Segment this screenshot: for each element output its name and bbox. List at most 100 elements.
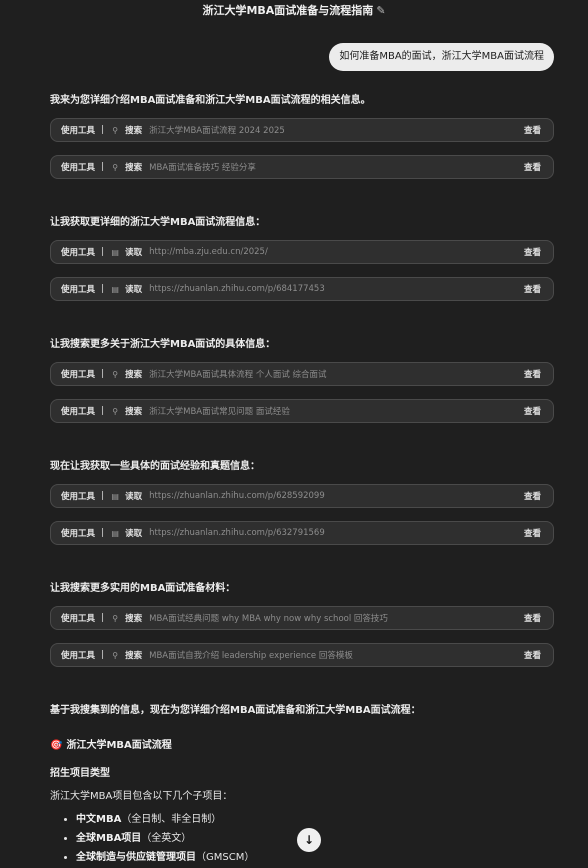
assistant-text: 让我搜索更多关于浙江大学MBA面试的具体信息： [50,339,276,350]
tool-separator: | [101,406,105,416]
tool-call-row[interactable]: 使用工具 | ▤ 读取 https://zhuanlan.zhihu.com/p/632… [50,521,554,545]
list-item-rest: （全英文） [141,833,192,844]
tool-call-row[interactable]: 使用工具 | ▤ 读取 http://mba.zju.edu.cn/2025/查看 [50,240,554,264]
tool-call-row[interactable]: 使用工具 | ⚲ 搜索 浙江大学MBA面试流程 2024 2025 查看 [50,118,554,142]
document-icon: ▤ [111,284,119,294]
assistant-text: 我来为您详细介绍MBA面试准备和浙江大学MBA面试流程的相关信息。 [50,95,371,106]
target-icon: 🎯 [50,740,63,751]
tool-separator: | [101,650,105,660]
view-button[interactable]: 查看 [524,124,541,136]
tool-label: 使用工具 [61,248,96,258]
assistant-text: 让我获取更详细的浙江大学MBA面试流程信息： [50,217,266,228]
scroll-down-button[interactable]: ↓ [297,828,321,852]
tool-query: 浙江大学MBA面试常见问题 面试经验 [149,407,290,417]
tool-label: 使用工具 [61,126,96,136]
tool-separator: | [101,528,105,538]
tool-action: 搜索 [125,370,143,380]
tool-query: https://zhuanlan.zhihu.com/p/684177453 [149,284,325,294]
tool-call-row[interactable]: 使用工具 | ⚲ 搜索 浙江大学MBA面试具体流程 个人面试 综合面试 查看 [50,362,554,386]
assistant-text: 现在让我获取一些具体的面试经验和真题信息： [50,461,260,472]
tool-action: 搜索 [125,163,143,173]
tool-call-row[interactable]: 使用工具 | ⚲ 搜索 MBA面试准备技巧 经验分享 查看 [50,155,554,179]
view-button[interactable]: 查看 [524,649,541,661]
tool-action: 搜索 [125,126,143,136]
tool-call-row[interactable]: 使用工具 | ⚲ 搜索 浙江大学MBA面试常见问题 面试经验 查看 [50,399,554,423]
document-icon: ▤ [111,528,119,538]
tool-separator: | [101,491,105,501]
tool-label: 使用工具 [61,492,96,502]
document-icon: ▤ [111,491,119,501]
user-message: 如何准备MBA的面试，浙江大学MBA面试流程 [329,43,554,71]
search-icon: ⚲ [112,406,119,416]
list-item-bold: 全球MBA项目 [76,833,142,844]
tool-separator: | [101,125,105,135]
view-button[interactable]: 查看 [524,490,541,502]
list-item: 全球制造与供应链管理项目（GMSCM） [76,848,554,867]
tool-action: 读取 [125,529,143,539]
tool-separator: | [101,369,105,379]
paragraph: 浙江大学MBA项目包含以下几个子项目： [50,791,233,802]
tool-query: https://zhuanlan.zhihu.com/p/632791569 [149,528,325,538]
search-icon: ⚲ [112,650,119,660]
tool-call-row[interactable]: 使用工具 | ⚲ 搜索 MBA面试自我介绍 leadership experience … [50,643,554,667]
view-button[interactable]: 查看 [524,405,541,417]
tool-separator: | [101,247,105,257]
tool-label: 使用工具 [61,614,96,624]
list-item-bold: 中文MBA [76,814,122,825]
tool-action: 搜索 [125,407,143,417]
view-button[interactable]: 查看 [524,368,541,380]
view-button[interactable]: 查看 [524,246,541,258]
section-heading-text: 浙江大学MBA面试流程 [66,740,172,751]
tool-separator: | [101,284,105,294]
tool-label: 使用工具 [61,529,96,539]
tool-separator: | [101,162,105,172]
tool-call-row[interactable]: 使用工具 | ▤ 读取 https://zhuanlan.zhihu.com/p/684… [50,277,554,301]
tool-query: https://zhuanlan.zhihu.com/p/628592099 [149,491,325,501]
tool-label: 使用工具 [61,651,96,661]
tool-query: MBA面试经典问题 why MBA why now why school 回答技… [149,614,388,624]
search-icon: ⚲ [112,613,119,623]
assistant-response: 我来为您详细介绍MBA面试准备和浙江大学MBA面试流程的相关信息。使用工具 | ⚲ 搜… [50,94,554,867]
search-icon: ⚲ [112,162,119,172]
list-item-rest: （GMSCM） [196,852,255,863]
tool-label: 使用工具 [61,370,96,380]
tool-query: MBA面试自我介绍 leadership experience 回答模板 [149,651,353,661]
edit-icon[interactable]: ✎ [376,4,385,17]
view-button[interactable]: 查看 [524,612,541,624]
tool-call-row[interactable]: 使用工具 | ▤ 读取 https://zhuanlan.zhihu.com/p/628… [50,484,554,508]
list-item-rest: （全日制、非全日制） [121,814,222,825]
tool-action: 搜索 [125,651,143,661]
conversation-title-text: 浙江大学MBA面试准备与流程指南 [202,4,374,17]
tool-label: 使用工具 [61,285,96,295]
conversation-title: 浙江大学MBA面试准备与流程指南 ✎ [0,4,588,18]
tool-action: 搜索 [125,614,143,624]
tool-query: http://mba.zju.edu.cn/2025/ [149,247,268,257]
section-heading: 🎯 浙江大学MBA面试流程 [50,739,554,753]
tool-action: 读取 [125,285,143,295]
list-item: 中文MBA（全日制、非全日制） [76,810,554,829]
tool-action: 读取 [125,248,143,258]
tool-action: 读取 [125,492,143,502]
tool-query: 浙江大学MBA面试具体流程 个人面试 综合面试 [149,370,327,380]
view-button[interactable]: 查看 [524,161,541,173]
view-button[interactable]: 查看 [524,283,541,295]
assistant-text: 基于我搜集到的信息，现在为您详细介绍MBA面试准备和浙江大学MBA面试流程： [50,705,421,716]
tool-label: 使用工具 [61,407,96,417]
tool-label: 使用工具 [61,163,96,173]
search-icon: ⚲ [112,369,119,379]
subheading: 招生项目类型 [50,768,110,779]
tool-call-row[interactable]: 使用工具 | ⚲ 搜索 MBA面试经典问题 why MBA why now why sc… [50,606,554,630]
search-icon: ⚲ [112,125,119,135]
assistant-text: 让我搜索更多实用的MBA面试准备材料： [50,583,236,594]
document-icon: ▤ [111,247,119,257]
view-button[interactable]: 查看 [524,527,541,539]
tool-separator: | [101,613,105,623]
tool-query: MBA面试准备技巧 经验分享 [149,163,256,173]
